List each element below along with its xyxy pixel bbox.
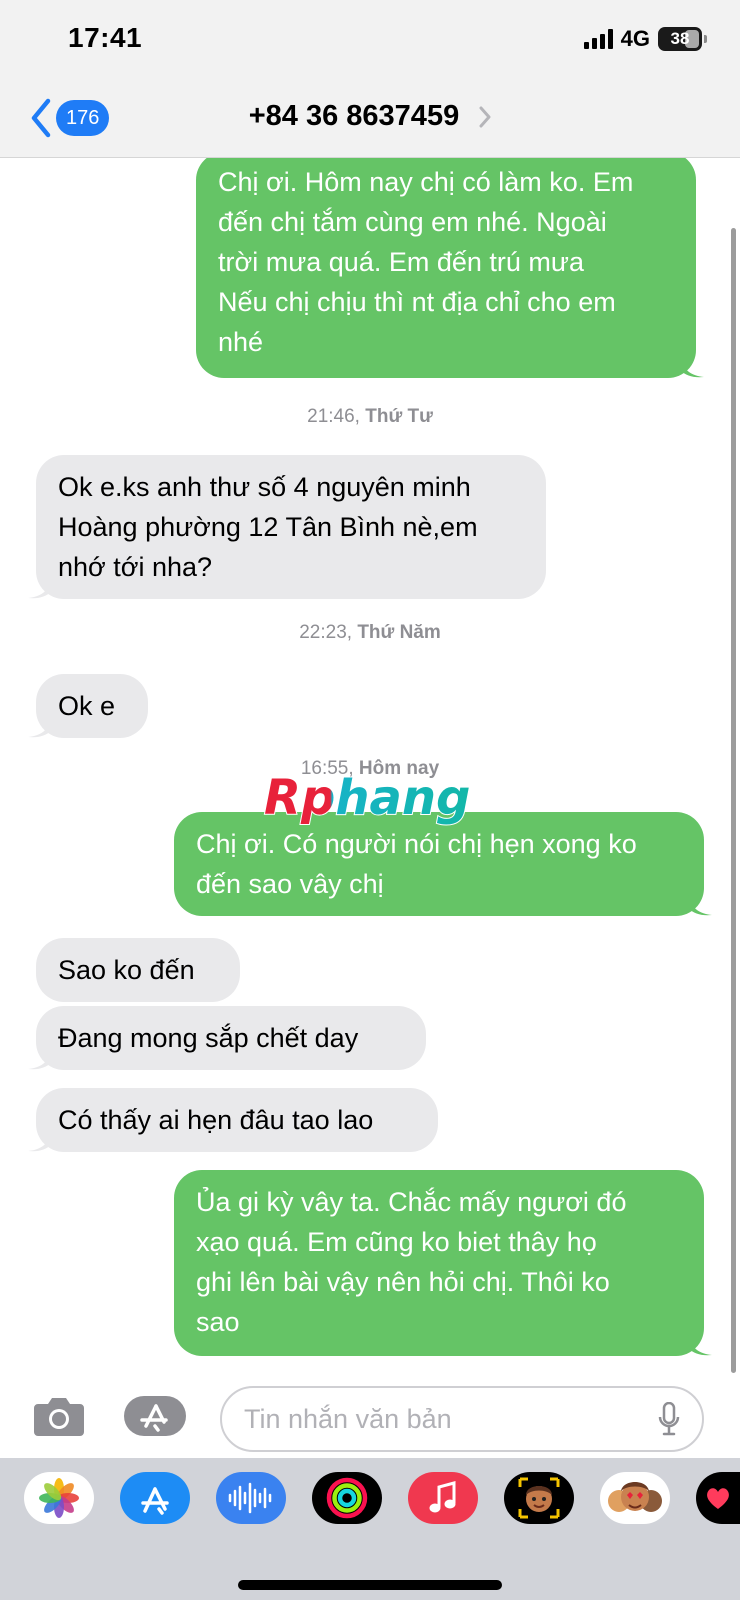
chevron-right-icon [479, 106, 491, 128]
imessage-app-drawer [0, 1458, 740, 1600]
watermark-logo: Rphang [263, 770, 471, 827]
contact-phone-number: +84 36 8637459 [248, 100, 460, 132]
message-line: đến sao vây chị [196, 869, 384, 899]
dictation-button[interactable] [658, 1401, 680, 1441]
bubble-tail [28, 1130, 52, 1152]
status-icons: 4G 38 [583, 26, 707, 52]
outgoing-message-bubble[interactable]: Ủa gi kỳ vây ta. Chắc mấy ngươi đó xạo q… [174, 1170, 712, 1356]
message-thread[interactable]: Chị ơi. Hôm nay chị có làm ko. Em đến ch… [0, 158, 740, 1378]
message-line: ghi lên bài vậy nên hỏi chị. Thôi ko [196, 1267, 610, 1297]
audio-message-icon[interactable] [216, 1472, 286, 1524]
timestamp-time: 22:23 [299, 622, 347, 643]
message-line: nhớ tới nha? [58, 552, 213, 582]
message-line: Sao ko đến [58, 955, 195, 985]
message-line: đến chị tắm cùng em nhé. Ngoài [218, 207, 607, 237]
outgoing-message-bubble[interactable]: Chị ơi. Hôm nay chị có làm ko. Em đến ch… [196, 158, 704, 378]
bubble-tail [28, 577, 52, 599]
scroll-indicator[interactable] [731, 228, 736, 1373]
status-bar: 17:41 4G 38 [0, 0, 740, 80]
message-line: Ủa gi kỳ vây ta. Chắc mấy ngươi đó [196, 1187, 627, 1217]
message-line: trời mưa quá. Em đến trú mưa [218, 247, 584, 277]
message-line: xạo quá. Em cũng ko biet thây họ [196, 1227, 597, 1257]
incoming-message-bubble[interactable]: Đang mong sắp chết day [28, 1006, 426, 1070]
camera-button[interactable] [32, 1394, 86, 1443]
timestamp-day: Thứ Tư [365, 406, 433, 427]
contact-name[interactable]: +84 36 8637459 [0, 100, 740, 133]
conversation-header: 176 +84 36 8637459 [0, 80, 740, 158]
timestamp-time: 21:46 [307, 406, 355, 427]
activity-icon[interactable] [312, 1472, 382, 1524]
music-icon[interactable] [408, 1472, 478, 1524]
svg-text:Rphang: Rphang [264, 770, 470, 826]
digital-touch-icon[interactable] [696, 1472, 740, 1524]
app-store-button[interactable] [122, 1394, 188, 1443]
bubble-tail [680, 356, 704, 378]
status-time: 17:41 [68, 22, 143, 53]
photos-icon[interactable] [24, 1472, 94, 1524]
bubble-tail [688, 894, 712, 916]
memoji-icon[interactable] [504, 1472, 574, 1524]
incoming-message-bubble[interactable]: Ok e [28, 674, 148, 738]
incoming-message-bubble[interactable]: Ok e.ks anh thư số 4 nguyên minh Hoàng p… [28, 455, 546, 599]
network-type: 4G [620, 26, 650, 51]
microphone-icon [658, 1401, 680, 1436]
home-indicator[interactable] [238, 1580, 502, 1590]
message-line: Ok e [58, 691, 116, 721]
message-line: Đang mong sắp chết day [58, 1023, 359, 1053]
incoming-message-bubble[interactable]: Có thấy ai hẹn đâu tao lao [28, 1088, 438, 1152]
bubble-tail [28, 1048, 52, 1070]
cellular-signal-icon [583, 29, 613, 49]
timestamp: 21:46, Thứ Tư [307, 406, 433, 427]
message-line: Ok e.ks anh thư số 4 nguyên minh [58, 472, 471, 502]
timestamp: 22:23, Thứ Năm [299, 622, 441, 643]
message-input[interactable] [220, 1386, 704, 1452]
message-line: nhé [218, 327, 264, 357]
message-line: Hoàng phường 12 Tân Bình nè,em [58, 512, 478, 542]
battery-icon: 38 [658, 27, 707, 51]
app-store-icon[interactable] [120, 1472, 190, 1524]
message-line: sao [196, 1307, 240, 1337]
battery-percent: 38 [670, 29, 690, 48]
message-line: Có thấy ai hẹn đâu tao lao [58, 1105, 374, 1135]
app-store-icon [124, 1396, 186, 1436]
bubble-tail [28, 716, 52, 738]
incoming-message-bubble[interactable]: Sao ko đến [36, 938, 240, 1002]
camera-icon [34, 1398, 84, 1436]
bubble-tail [688, 1334, 712, 1356]
message-line: Nếu chị chịu thì nt địa chỉ cho em [218, 287, 616, 317]
message-line: Chị ơi. Hôm nay chị có làm ko. Em [218, 167, 634, 197]
timestamp-day: Thứ Năm [357, 622, 441, 643]
memoji-stickers-icon[interactable] [600, 1472, 670, 1524]
compose-bar [0, 1378, 740, 1458]
